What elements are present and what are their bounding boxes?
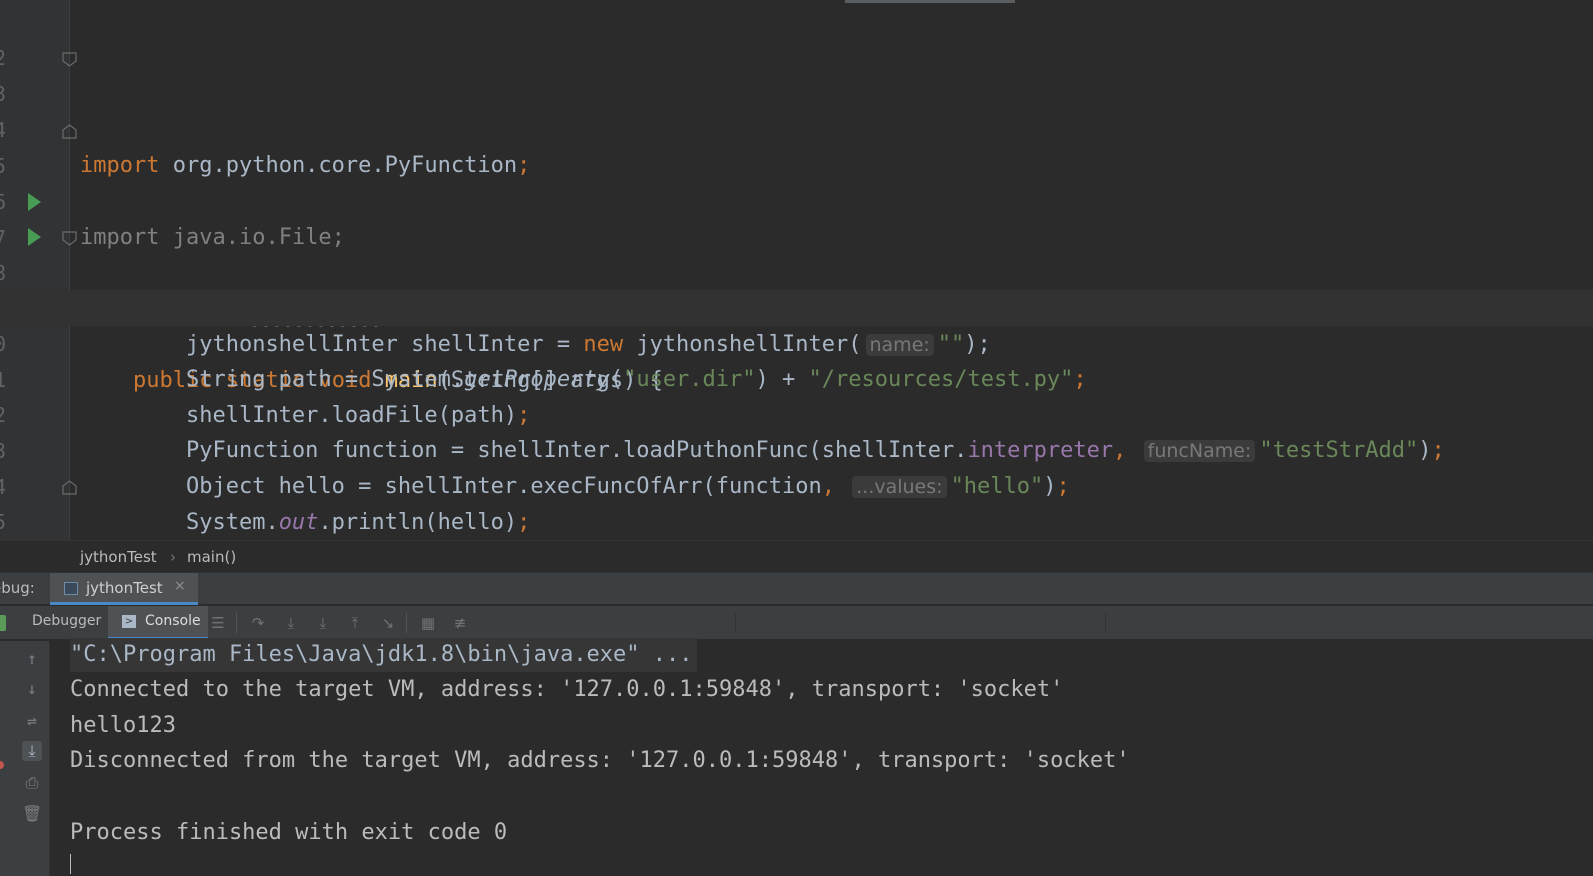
console-side-toolbar: ↑ ↓ ⇌ ⤓ ⎙ 🗑 xyxy=(0,641,50,876)
breadcrumb-separator: › xyxy=(170,548,176,566)
debugger-toolbar: Debugger > Console ☰ ↷ ⤓ ⤓ ⤒ ↘ ▦ ≢ xyxy=(0,605,1593,640)
code-line[interactable]: 9 jythonshellInter shellInter = new jyth… xyxy=(0,255,1593,357)
down-arrow-icon[interactable]: ↓ xyxy=(22,679,42,699)
code-line[interactable]: 7 public class jythonTest { xyxy=(0,184,1593,322)
debug-session-tab[interactable]: jythonTest × xyxy=(50,573,198,605)
force-step-into-icon[interactable]: ⤓ xyxy=(315,615,331,631)
scroll-marker xyxy=(845,0,1015,3)
console-output[interactable]: "C:\Program Files\Java\jdk1.8\bin\java.e… xyxy=(50,638,1593,876)
breadcrumb: jythonTest › main() xyxy=(0,540,1593,572)
up-arrow-icon[interactable]: ↑ xyxy=(22,649,42,669)
tab-debugger[interactable]: Debugger xyxy=(32,606,101,640)
code-line[interactable]: 5 } xyxy=(0,468,1593,534)
tab-console-label: Console xyxy=(145,613,201,629)
code-line[interactable]: 8 public static void main(String[] args)… xyxy=(0,219,1593,393)
console-line: hello123 xyxy=(70,713,176,738)
code-line[interactable]: 6 xyxy=(0,148,1593,214)
fold-icon[interactable] xyxy=(62,52,77,67)
menu-icon[interactable]: ☰ xyxy=(210,615,226,631)
step-out-icon[interactable]: ⤒ xyxy=(347,615,363,631)
console-line: "C:\Program Files\Java\jdk1.8\bin\java.e… xyxy=(70,638,697,672)
breadcrumb-class[interactable]: jythonTest xyxy=(80,548,157,566)
console-icon: > xyxy=(122,615,136,628)
trace-icon[interactable]: ≢ xyxy=(452,615,468,631)
code-line[interactable]: 1 shellInter.loadFile(path); xyxy=(0,326,1593,428)
fold-icon[interactable] xyxy=(62,231,77,246)
code-line[interactable]: 3 Object hello = shellInter.execFuncOfAr… xyxy=(0,397,1593,499)
code-line[interactable]: 4 xyxy=(0,76,1593,142)
step-into-icon[interactable]: ⤓ xyxy=(283,615,299,631)
console-line: Process finished with exit code 0 xyxy=(70,820,508,845)
text-caret xyxy=(70,854,71,874)
code-line[interactable]: 3 import org.python.core.PyFunction; xyxy=(0,40,1593,178)
debug-tool-window-header: ebug: jythonTest × xyxy=(0,572,1593,605)
evaluate-icon[interactable]: ▦ xyxy=(420,615,436,631)
breadcrumb-method[interactable]: main() xyxy=(187,548,236,566)
console-line: Disconnected from the target VM, address… xyxy=(70,748,1130,773)
code-line-current[interactable]: 0 String path = System.getProperty("user… xyxy=(0,290,1593,392)
debug-label: ebug: xyxy=(0,579,35,597)
soft-wrap-icon[interactable]: ⇌ xyxy=(22,711,42,731)
scroll-to-end-icon[interactable]: ⤓ xyxy=(22,741,42,761)
code-line[interactable]: 2 PyFunction function = shellInter.loadP… xyxy=(0,361,1593,463)
fold-icon[interactable] xyxy=(62,480,77,495)
code-line[interactable]: 5 import java.io.File; xyxy=(0,112,1593,250)
code-editor[interactable]: 2 3 import org.python.core.PyFunction; 4… xyxy=(0,0,1593,548)
resume-icon[interactable] xyxy=(0,615,6,631)
run-icon[interactable] xyxy=(28,193,41,211)
window-icon xyxy=(64,582,78,595)
trash-icon[interactable]: 🗑 xyxy=(22,804,42,824)
close-icon[interactable]: × xyxy=(174,578,186,594)
code-line[interactable]: 4 System.out.println(hello); xyxy=(0,433,1593,535)
console-line: Connected to the target VM, address: '12… xyxy=(70,677,1064,702)
code-line[interactable]: 2 xyxy=(0,4,1593,70)
stop-icon[interactable] xyxy=(0,761,4,769)
tab-console[interactable]: > Console xyxy=(108,606,208,640)
fold-icon[interactable] xyxy=(62,124,77,139)
debug-session-title: jythonTest xyxy=(86,579,163,597)
code-line[interactable]: 6 } xyxy=(0,504,1593,548)
print-icon[interactable]: ⎙ xyxy=(22,773,42,793)
step-over-icon[interactable]: ↷ xyxy=(250,615,266,631)
run-to-cursor-icon[interactable]: ↘ xyxy=(380,615,396,631)
run-icon[interactable] xyxy=(28,228,41,246)
